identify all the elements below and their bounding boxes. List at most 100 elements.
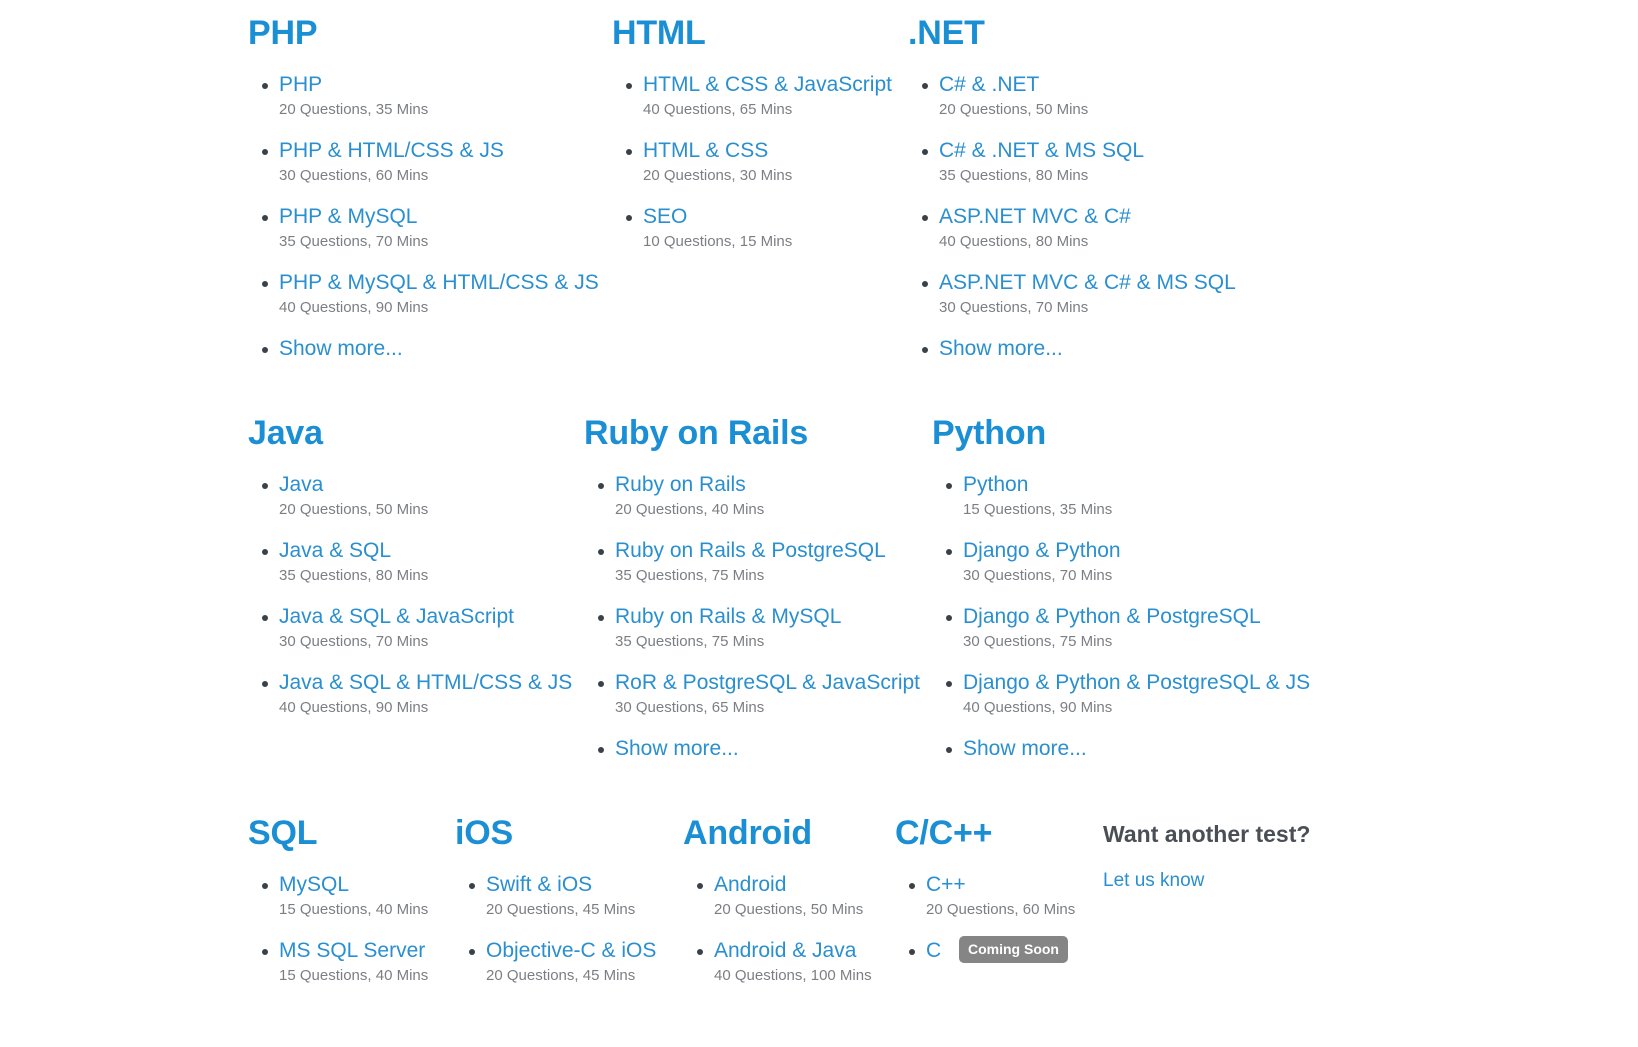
test-link[interactable]: Android — [714, 872, 786, 898]
category-title: Java — [248, 416, 572, 452]
test-item: Java & SQL & JavaScript 30 Questions, 70… — [248, 604, 572, 653]
test-item: Swift & iOS 20 Questions, 45 Mins — [455, 872, 656, 921]
test-item: C# & .NET 20 Questions, 50 Mins — [908, 72, 1236, 121]
category-ios: iOS Swift & iOS 20 Questions, 45 Mins Ob… — [455, 816, 656, 987]
test-link[interactable]: HTML & CSS — [643, 138, 768, 164]
test-item: Django & Python & PostgreSQL 30 Question… — [932, 604, 1310, 653]
category-title: SQL — [248, 816, 428, 852]
category-android: Android Android 20 Questions, 50 Mins An… — [683, 816, 872, 987]
test-meta: 40 Questions, 90 Mins — [279, 297, 599, 319]
test-meta: 20 Questions, 50 Mins — [714, 899, 872, 921]
test-link[interactable]: PHP & HTML/CSS & JS — [279, 138, 504, 164]
test-link[interactable]: MySQL — [279, 872, 349, 898]
bullet-icon — [262, 883, 268, 889]
test-link[interactable]: Java — [279, 472, 323, 498]
test-link[interactable]: Python — [963, 472, 1028, 498]
bullet-icon — [262, 483, 268, 489]
test-list: Ruby on Rails 20 Questions, 40 Mins Ruby… — [584, 472, 920, 762]
test-link[interactable]: Swift & iOS — [486, 872, 592, 898]
test-link[interactable]: PHP & MySQL — [279, 204, 418, 230]
category-html: HTML HTML & CSS & JavaScript 40 Question… — [612, 16, 892, 253]
test-link[interactable]: Java & SQL — [279, 538, 391, 564]
bullet-icon — [598, 681, 604, 687]
category-php: PHP PHP 20 Questions, 35 Mins PHP & HTML… — [248, 16, 599, 362]
test-link[interactable]: Java & SQL & HTML/CSS & JS — [279, 670, 572, 696]
bullet-icon — [909, 883, 915, 889]
test-meta: 35 Questions, 75 Mins — [615, 565, 920, 587]
category-sql: SQL MySQL 15 Questions, 40 Mins MS SQL S… — [248, 816, 428, 987]
test-meta: 30 Questions, 70 Mins — [963, 565, 1310, 587]
category-title: iOS — [455, 816, 656, 852]
test-link[interactable]: Ruby on Rails & MySQL — [615, 604, 841, 630]
test-link[interactable]: Django & Python — [963, 538, 1121, 564]
category-title: Android — [683, 816, 872, 852]
category-c-cpp: C/C++ C++ 20 Questions, 60 Mins C Coming… — [895, 816, 1075, 964]
test-link[interactable]: C# & .NET — [939, 72, 1039, 98]
bullet-icon — [626, 215, 632, 221]
test-link[interactable]: Objective-C & iOS — [486, 938, 656, 964]
test-meta: 40 Questions, 65 Mins — [643, 99, 892, 121]
test-list: Java 20 Questions, 50 Mins Java & SQL 35… — [248, 472, 572, 719]
bullet-icon — [922, 281, 928, 287]
test-list: MySQL 15 Questions, 40 Mins MS SQL Serve… — [248, 872, 428, 987]
test-link[interactable]: Ruby on Rails & PostgreSQL — [615, 538, 886, 564]
test-meta: 40 Questions, 100 Mins — [714, 965, 872, 987]
test-item: MySQL 15 Questions, 40 Mins — [248, 872, 428, 921]
test-link[interactable]: Android & Java — [714, 938, 856, 964]
test-link[interactable]: Django & Python & PostgreSQL — [963, 604, 1261, 630]
bullet-icon — [469, 883, 475, 889]
test-link[interactable]: C++ — [926, 872, 966, 898]
bullet-icon — [946, 483, 952, 489]
test-link[interactable]: PHP & MySQL & HTML/CSS & JS — [279, 270, 599, 296]
bullet-icon — [922, 149, 928, 155]
test-meta: 20 Questions, 30 Mins — [643, 165, 892, 187]
show-more-link[interactable]: Show more... — [963, 736, 1087, 762]
test-link[interactable]: ASP.NET MVC & C# & MS SQL — [939, 270, 1236, 296]
test-item: Java 20 Questions, 50 Mins — [248, 472, 572, 521]
test-item: PHP & HTML/CSS & JS 30 Questions, 60 Min… — [248, 138, 599, 187]
test-meta: 20 Questions, 40 Mins — [615, 499, 920, 521]
test-list: Swift & iOS 20 Questions, 45 Mins Object… — [455, 872, 656, 987]
test-link[interactable]: C — [926, 938, 941, 964]
test-meta: 20 Questions, 35 Mins — [279, 99, 599, 121]
test-item: PHP & MySQL & HTML/CSS & JS 40 Questions… — [248, 270, 599, 319]
bullet-icon — [598, 483, 604, 489]
test-link[interactable]: HTML & CSS & JavaScript — [643, 72, 892, 98]
test-link[interactable]: RoR & PostgreSQL & JavaScript — [615, 670, 920, 696]
test-item: Ruby on Rails & PostgreSQL 35 Questions,… — [584, 538, 920, 587]
test-item: SEO 10 Questions, 15 Mins — [612, 204, 892, 253]
bullet-icon — [922, 347, 928, 353]
show-more-item: Show more... — [908, 336, 1236, 362]
test-item: PHP 20 Questions, 35 Mins — [248, 72, 599, 121]
test-meta: 35 Questions, 80 Mins — [939, 165, 1236, 187]
test-item: Android 20 Questions, 50 Mins — [683, 872, 872, 921]
test-link[interactable]: ASP.NET MVC & C# — [939, 204, 1131, 230]
category-title: Python — [932, 416, 1310, 452]
test-link[interactable]: Java & SQL & JavaScript — [279, 604, 514, 630]
show-more-link[interactable]: Show more... — [279, 336, 403, 362]
test-item-disabled: C Coming Soon — [895, 938, 1075, 964]
let-us-know-link[interactable]: Let us know — [1103, 870, 1204, 891]
want-another-test-title: Want another test? — [1103, 822, 1310, 847]
test-item: Android & Java 40 Questions, 100 Mins — [683, 938, 872, 987]
test-item: RoR & PostgreSQL & JavaScript 30 Questio… — [584, 670, 920, 719]
category-dotnet: .NET C# & .NET 20 Questions, 50 Mins C# … — [908, 16, 1236, 362]
bullet-icon — [262, 149, 268, 155]
test-link[interactable]: Ruby on Rails — [615, 472, 746, 498]
category-python: Python Python 15 Questions, 35 Mins Djan… — [932, 416, 1310, 762]
show-more-link[interactable]: Show more... — [939, 336, 1063, 362]
test-meta: 35 Questions, 80 Mins — [279, 565, 572, 587]
bullet-icon — [697, 949, 703, 955]
test-link[interactable]: MS SQL Server — [279, 938, 425, 964]
test-link[interactable]: Django & Python & PostgreSQL & JS — [963, 670, 1310, 696]
test-link[interactable]: SEO — [643, 204, 687, 230]
test-meta: 40 Questions, 90 Mins — [963, 697, 1310, 719]
test-link[interactable]: C# & .NET & MS SQL — [939, 138, 1144, 164]
test-item: MS SQL Server 15 Questions, 40 Mins — [248, 938, 428, 987]
test-meta: 20 Questions, 60 Mins — [926, 899, 1075, 921]
want-another-test-block: Want another test? Let us know — [1103, 822, 1310, 893]
test-item: Ruby on Rails 20 Questions, 40 Mins — [584, 472, 920, 521]
test-link[interactable]: PHP — [279, 72, 322, 98]
show-more-link[interactable]: Show more... — [615, 736, 739, 762]
test-list: C# & .NET 20 Questions, 50 Mins C# & .NE… — [908, 72, 1236, 362]
